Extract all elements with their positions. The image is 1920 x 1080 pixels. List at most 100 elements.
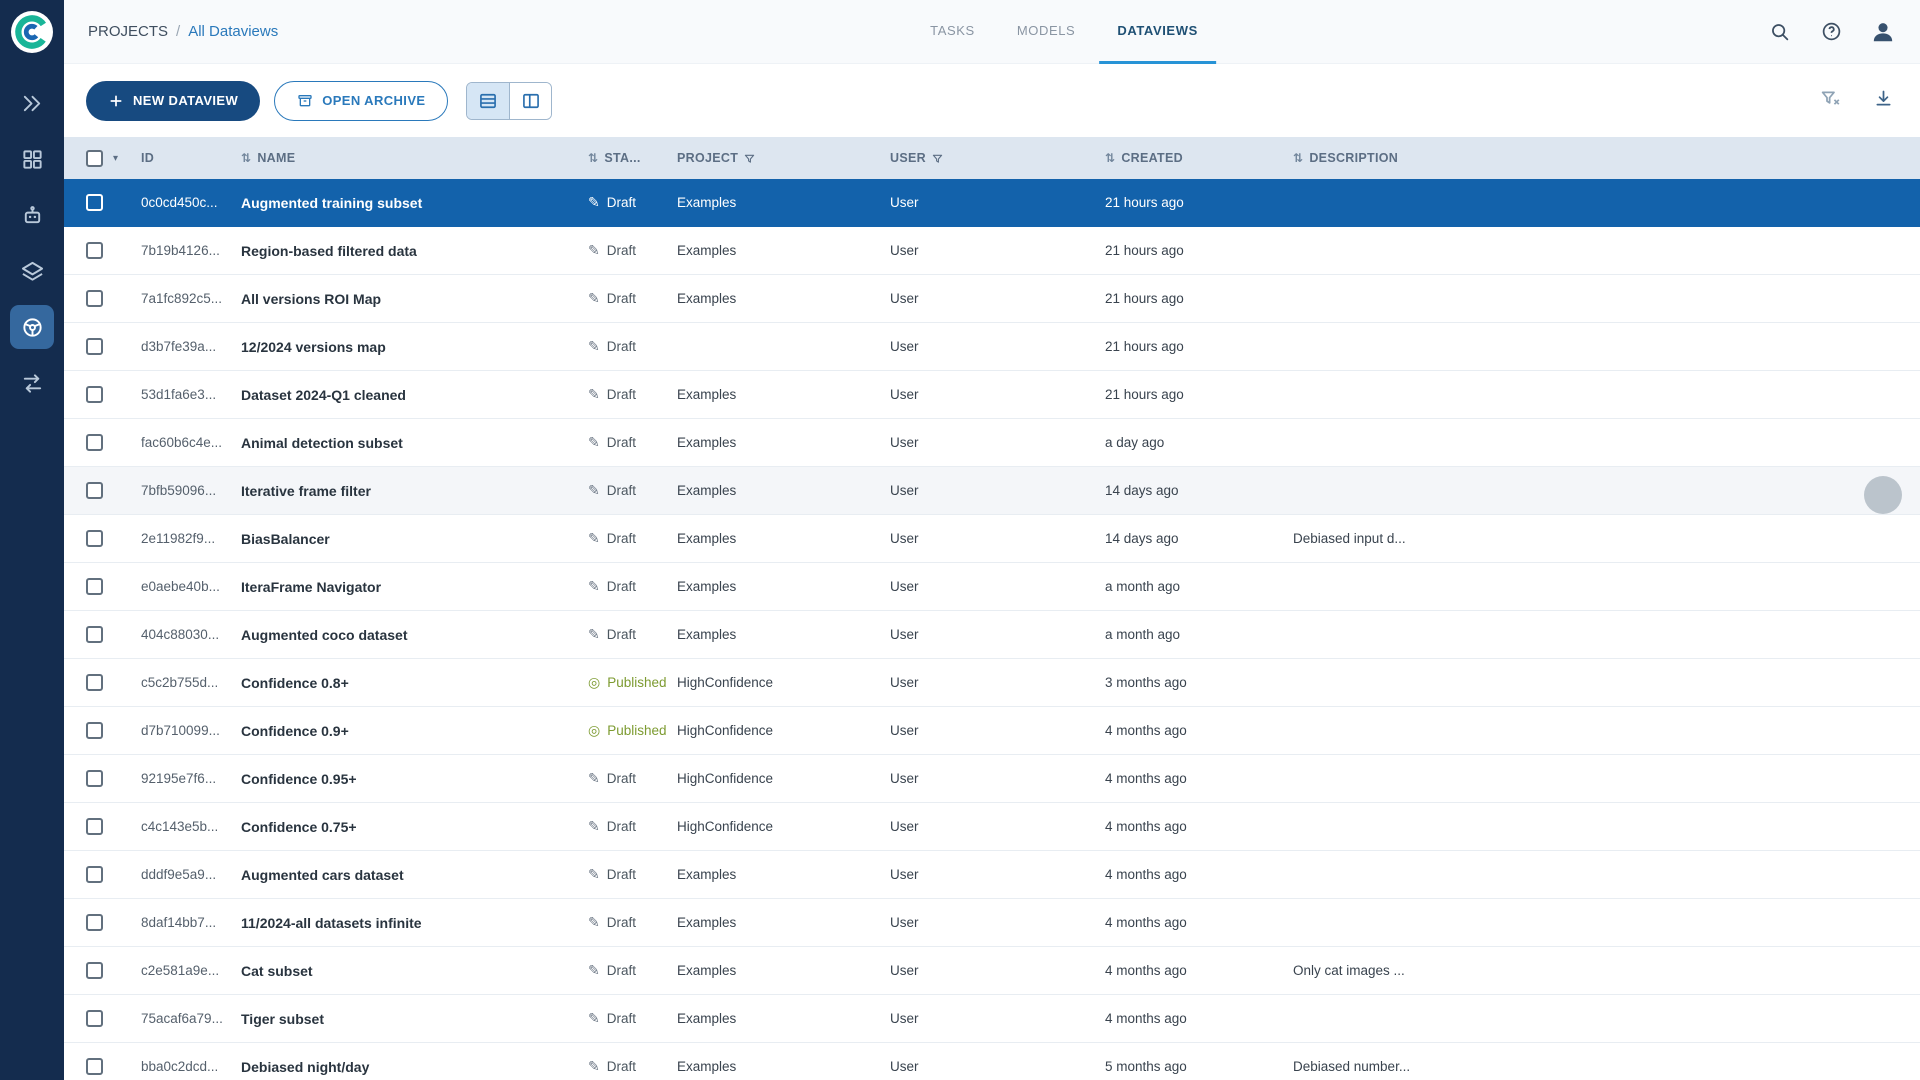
table-row[interactable]: 2e11982f9... BiasBalancer ✎ Draft Exampl… (64, 515, 1920, 563)
sort-icon[interactable]: ⇅ (1105, 151, 1115, 165)
row-name[interactable]: Cat subset (241, 963, 588, 979)
tab-tasks[interactable]: TASKS (912, 0, 993, 64)
row-name[interactable]: Augmented coco dataset (241, 627, 588, 643)
table-row[interactable]: dddf9e5a9... Augmented cars dataset ✎ Dr… (64, 851, 1920, 899)
row-id: c5c2b755d... (141, 675, 241, 690)
sidebar-item-datasets[interactable] (10, 249, 54, 293)
sidebar-item-frames[interactable] (10, 137, 54, 181)
row-name[interactable]: 11/2024-all datasets infinite (241, 915, 588, 931)
help-button[interactable] (1818, 19, 1844, 45)
row-checkbox[interactable] (86, 530, 103, 547)
table-row[interactable]: 7bfb59096... Iterative frame filter ✎ Dr… (64, 467, 1920, 515)
row-checkbox[interactable] (86, 482, 103, 499)
search-button[interactable] (1766, 19, 1792, 45)
table-row[interactable]: 53d1fa6e3... Dataset 2024-Q1 cleaned ✎ D… (64, 371, 1920, 419)
row-checkbox[interactable] (86, 338, 103, 355)
row-checkbox[interactable] (86, 434, 103, 451)
column-header-project[interactable]: PROJECT (677, 151, 890, 165)
column-header-user[interactable]: USER (890, 151, 1105, 165)
new-dataview-button[interactable]: NEW DATAVIEW (86, 81, 260, 121)
row-name[interactable]: Tiger subset (241, 1011, 588, 1027)
clear-filters-button[interactable] (1820, 88, 1841, 114)
row-project: Examples (677, 627, 890, 642)
sort-icon[interactable]: ⇅ (241, 151, 251, 165)
floating-action-button[interactable] (1864, 476, 1902, 514)
row-name[interactable]: Animal detection subset (241, 435, 588, 451)
row-checkbox[interactable] (86, 818, 103, 835)
row-checkbox[interactable] (86, 290, 103, 307)
table-row[interactable]: 7b19b4126... Region-based filtered data … (64, 227, 1920, 275)
column-header-id[interactable]: ID (141, 151, 241, 165)
row-checkbox[interactable] (86, 578, 103, 595)
row-name[interactable]: Region-based filtered data (241, 243, 588, 259)
breadcrumb-projects[interactable]: PROJECTS (88, 23, 168, 40)
table-row[interactable]: e0aebe40b... IteraFrame Navigator ✎ Draf… (64, 563, 1920, 611)
row-name[interactable]: Dataset 2024-Q1 cleaned (241, 387, 588, 403)
column-header-name[interactable]: ⇅ NAME (241, 151, 588, 165)
table-row[interactable]: c5c2b755d... Confidence 0.8+ ◎ Published… (64, 659, 1920, 707)
split-view-button[interactable] (509, 83, 551, 119)
row-select-cell (64, 578, 141, 595)
filter-icon[interactable] (744, 153, 755, 164)
row-checkbox[interactable] (86, 722, 103, 739)
table-row[interactable]: d7b710099... Confidence 0.9+ ◎ Published… (64, 707, 1920, 755)
row-checkbox[interactable] (86, 866, 103, 883)
column-header-status[interactable]: ⇅ STA... (588, 151, 677, 165)
row-name[interactable]: Augmented training subset (241, 195, 588, 211)
sidebar-item-getting-started[interactable] (10, 81, 54, 125)
row-name[interactable]: Confidence 0.75+ (241, 819, 588, 835)
table-view-button[interactable] (467, 83, 509, 119)
row-checkbox[interactable] (86, 1058, 103, 1075)
row-checkbox[interactable] (86, 962, 103, 979)
sidebar-item-dataviews[interactable] (10, 305, 54, 349)
row-checkbox[interactable] (86, 626, 103, 643)
filter-icon[interactable] (932, 153, 943, 164)
row-name[interactable]: Iterative frame filter (241, 483, 588, 499)
row-name[interactable]: BiasBalancer (241, 531, 588, 547)
table-row[interactable]: 404c88030... Augmented coco dataset ✎ Dr… (64, 611, 1920, 659)
row-name[interactable]: Confidence 0.95+ (241, 771, 588, 787)
row-name[interactable]: 12/2024 versions map (241, 339, 588, 355)
row-name[interactable]: IteraFrame Navigator (241, 579, 588, 595)
row-checkbox[interactable] (86, 674, 103, 691)
row-checkbox[interactable] (86, 386, 103, 403)
breadcrumb-all-dataviews[interactable]: All Dataviews (188, 23, 278, 40)
table-row[interactable]: bba0c2dcd... Debiased night/day ✎ Draft … (64, 1043, 1920, 1080)
column-header-description[interactable]: ⇅ DESCRIPTION (1293, 151, 1920, 165)
row-name[interactable]: Debiased night/day (241, 1059, 588, 1075)
table-row[interactable]: 8daf14bb7... 11/2024-all datasets infini… (64, 899, 1920, 947)
row-id: bba0c2dcd... (141, 1059, 241, 1074)
user-menu-button[interactable] (1870, 19, 1896, 45)
select-all-checkbox[interactable] (86, 150, 103, 167)
tab-models[interactable]: MODELS (999, 0, 1094, 64)
clearml-logo[interactable] (11, 11, 53, 53)
row-name[interactable]: Augmented cars dataset (241, 867, 588, 883)
select-menu-caret-icon[interactable]: ▾ (113, 153, 118, 164)
table-row[interactable]: fac60b6c4e... Animal detection subset ✎ … (64, 419, 1920, 467)
row-name[interactable]: Confidence 0.8+ (241, 675, 588, 691)
download-button[interactable] (1873, 88, 1894, 114)
sort-icon[interactable]: ⇅ (588, 151, 598, 165)
row-checkbox[interactable] (86, 770, 103, 787)
row-id: 7bfb59096... (141, 483, 241, 498)
table-row[interactable]: 75acaf6a79... Tiger subset ✎ Draft Examp… (64, 995, 1920, 1043)
tab-dataviews[interactable]: DATAVIEWS (1099, 0, 1216, 64)
table-row[interactable]: d3b7fe39a... 12/2024 versions map ✎ Draf… (64, 323, 1920, 371)
sidebar-item-annotator[interactable] (10, 193, 54, 237)
row-select-cell (64, 770, 141, 787)
table-row[interactable]: 92195e7f6... Confidence 0.95+ ✎ Draft Hi… (64, 755, 1920, 803)
table-row[interactable]: 7a1fc892c5... All versions ROI Map ✎ Dra… (64, 275, 1920, 323)
row-checkbox[interactable] (86, 194, 103, 211)
row-checkbox[interactable] (86, 1010, 103, 1027)
open-archive-button[interactable]: OPEN ARCHIVE (274, 81, 448, 121)
row-checkbox[interactable] (86, 914, 103, 931)
row-name[interactable]: All versions ROI Map (241, 291, 588, 307)
table-row[interactable]: c4c143e5b... Confidence 0.75+ ✎ Draft Hi… (64, 803, 1920, 851)
row-checkbox[interactable] (86, 242, 103, 259)
sort-icon[interactable]: ⇅ (1293, 151, 1303, 165)
row-name[interactable]: Confidence 0.9+ (241, 723, 588, 739)
table-row[interactable]: c2e581a9e... Cat subset ✎ Draft Examples… (64, 947, 1920, 995)
sidebar-item-compare[interactable] (10, 361, 54, 405)
column-header-created[interactable]: ⇅ CREATED (1105, 151, 1293, 165)
table-row[interactable]: 0c0cd450c... Augmented training subset ✎… (64, 179, 1920, 227)
